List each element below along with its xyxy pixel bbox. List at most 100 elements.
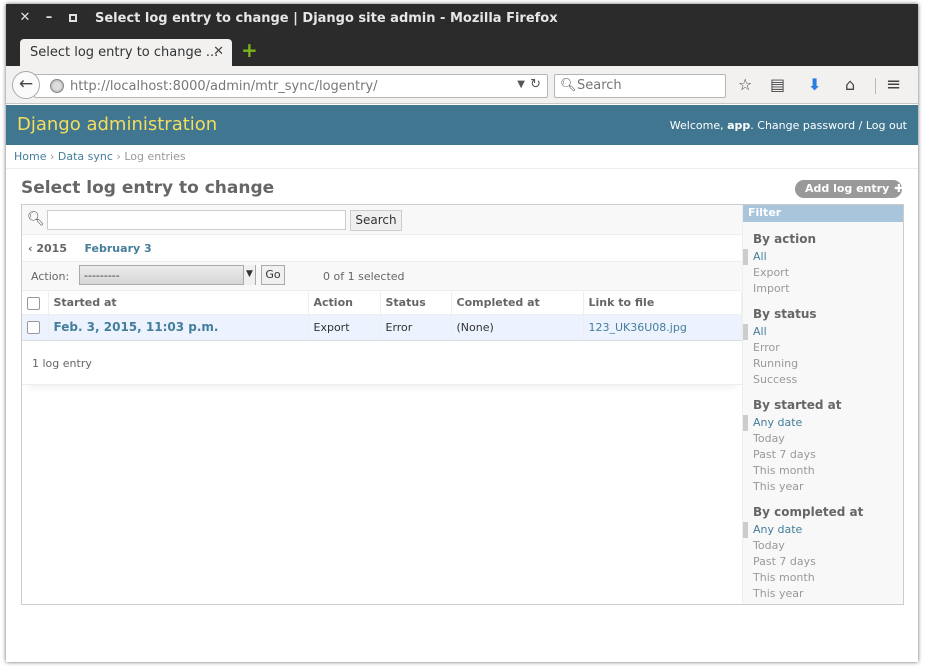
url-text[interactable]: http://localhost:8000/admin/mtr_sync/log… <box>70 79 378 94</box>
actions-bar: Action: --------- ▼ Go 0 of 1 selected <box>22 262 742 291</box>
date-hierarchy-back[interactable]: ‹ 2015 <box>28 242 67 255</box>
url-host: http://localhost <box>70 79 169 94</box>
tab-close-icon[interactable]: ✕ <box>213 44 224 59</box>
filter-option[interactable]: Export <box>753 265 903 281</box>
column-header[interactable]: Link to file <box>583 292 742 315</box>
window-close-icon[interactable]: ✕ <box>18 11 32 25</box>
column-header[interactable]: Status <box>380 292 452 315</box>
window-minimize-icon[interactable]: – <box>42 11 56 25</box>
bookmarks-list-icon[interactable]: ▤ <box>770 76 785 94</box>
search-icon: 🔍︎ <box>560 78 577 93</box>
hamburger-menu-icon[interactable]: ≡ <box>886 76 901 94</box>
table-header-row: Started at Action Status Completed at Li… <box>22 292 742 315</box>
filter-option[interactable]: This year <box>753 586 903 602</box>
select-all-checkbox[interactable] <box>27 296 40 310</box>
username: app <box>727 119 751 132</box>
filter-heading: By status <box>753 307 817 321</box>
select-all-header <box>22 292 49 315</box>
filter-option[interactable]: Today <box>753 431 903 447</box>
page-title: Select log entry to change <box>21 178 275 198</box>
selection-counter: 0 of 1 selected <box>323 270 405 283</box>
add-log-entry-button[interactable]: Add log entry ✚ <box>795 180 904 198</box>
link-cell: 123_UK36U08.jpg <box>583 314 742 341</box>
change-password-link[interactable]: Change password <box>757 119 855 132</box>
back-arrow-icon: ← <box>18 74 34 94</box>
back-button[interactable]: ← <box>12 71 40 99</box>
window-maximize-icon[interactable] <box>66 11 80 25</box>
breadcrumb-current: Log entries <box>124 150 186 163</box>
bookmark-star-icon[interactable]: ☆ <box>738 76 752 94</box>
filter-option[interactable]: Running <box>753 356 903 372</box>
action-select[interactable]: --------- ▼ <box>79 265 256 285</box>
breadcrumb-home[interactable]: Home <box>14 150 46 163</box>
user-tools-separator: / <box>855 119 866 132</box>
add-button-label: Add log entry <box>805 182 890 195</box>
filter-group-action: By action All Export Import <box>743 232 903 297</box>
action-cell: Export <box>308 314 381 341</box>
started-at-cell: Feb. 3, 2015, 11:03 p.m. <box>48 314 309 341</box>
filter-option[interactable]: Any date <box>743 522 903 538</box>
filter-option[interactable]: Import <box>753 281 903 297</box>
filter-option[interactable]: All <box>743 249 903 265</box>
filter-option[interactable]: Today <box>753 538 903 554</box>
filter-heading: By action <box>753 232 816 246</box>
tab-label: Select log entry to change ... <box>30 45 219 60</box>
new-tab-icon[interactable]: + <box>241 40 258 60</box>
home-icon[interactable]: ⌂ <box>845 76 855 94</box>
site-branding[interactable]: Django administration <box>17 114 217 135</box>
welcome-text: Welcome, <box>669 119 728 132</box>
firefox-window: ✕ – Select log entry to change | Django … <box>6 4 918 662</box>
browser-tab[interactable]: Select log entry to change ... ✕ <box>20 39 232 66</box>
filter-sidebar: Filter By action All Export Import By st… <box>742 205 903 604</box>
filter-option[interactable]: Past 7 days <box>753 554 903 570</box>
window-title: Select log entry to change | Django site… <box>95 11 558 26</box>
filter-heading: By started at <box>753 398 842 412</box>
chevron-down-icon: ▼ <box>243 265 255 285</box>
status-cell: Error <box>380 314 452 341</box>
download-icon[interactable]: ⬇ <box>808 76 821 94</box>
table-row: Feb. 3, 2015, 11:03 p.m. Export Error (N… <box>22 314 742 341</box>
reload-icon[interactable]: ↻ <box>530 77 541 92</box>
filter-option[interactable]: This year <box>753 479 903 495</box>
filter-option[interactable]: This month <box>753 570 903 586</box>
filter-heading: By completed at <box>753 505 864 519</box>
toolbar-divider <box>875 78 876 94</box>
filter-group-status: By status All Error Running Success <box>743 307 903 388</box>
date-hierarchy-day[interactable]: February 3 <box>84 242 151 255</box>
filter-title: Filter <box>743 205 903 222</box>
file-link[interactable]: 123_UK36U08.jpg <box>589 321 687 334</box>
started-at-link[interactable]: Feb. 3, 2015, 11:03 p.m. <box>54 320 219 334</box>
search-input[interactable] <box>577 78 717 93</box>
navigation-toolbar: http://localhost:8000/admin/mtr_sync/log… <box>6 66 918 104</box>
breadcrumb-sep: › <box>46 150 58 163</box>
url-bar[interactable]: http://localhost:8000/admin/mtr_sync/log… <box>34 74 548 98</box>
column-header[interactable]: Completed at <box>451 292 584 315</box>
url-dropdown-icon[interactable]: ▼ <box>517 79 525 90</box>
filter-option[interactable]: Success <box>753 372 903 388</box>
changelist: 🔍︎ Search ‹ 2015 February 3 Action: ----… <box>21 204 904 605</box>
completed-at-cell: (None) <box>451 314 584 341</box>
filter-option[interactable]: Past 7 days <box>753 447 903 463</box>
row-checkbox[interactable] <box>27 320 40 334</box>
filter-group-started-at: By started at Any date Today Past 7 days… <box>743 398 903 495</box>
breadcrumb-app[interactable]: Data sync <box>58 150 113 163</box>
column-header[interactable]: Action <box>308 292 381 315</box>
filter-option[interactable]: All <box>743 324 903 340</box>
column-header[interactable]: Started at <box>48 292 309 315</box>
filter-option[interactable]: Any date <box>743 415 903 431</box>
filter-group-completed-at: By completed at Any date Today Past 7 da… <box>743 505 903 602</box>
titlebar: ✕ – Select log entry to change | Django … <box>6 4 918 34</box>
go-button[interactable]: Go <box>261 265 285 285</box>
tab-strip: Select log entry to change ... ✕ + <box>6 34 918 66</box>
search-bar[interactable]: 🔍︎ <box>554 74 726 98</box>
logout-link[interactable]: Log out <box>866 119 907 132</box>
changelist-search-input[interactable] <box>47 210 346 230</box>
action-label: Action: <box>31 270 70 283</box>
search-button[interactable]: Search <box>350 210 402 231</box>
filter-option[interactable]: Error <box>753 340 903 356</box>
django-header: Django administration Welcome, app. Chan… <box>6 105 918 145</box>
row-select-cell <box>22 314 49 341</box>
filter-option[interactable]: This month <box>753 463 903 479</box>
breadcrumb-sep: › <box>112 150 125 163</box>
date-hierarchy: ‹ 2015 February 3 <box>22 236 742 262</box>
